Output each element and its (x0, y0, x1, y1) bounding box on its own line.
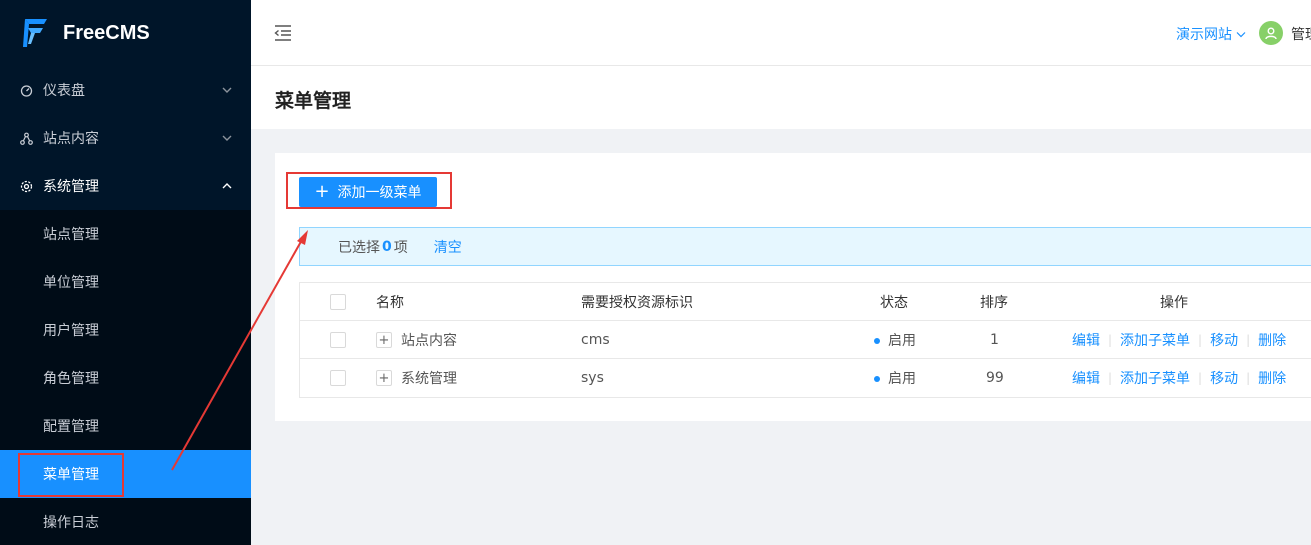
status-dot-icon (874, 376, 880, 382)
selection-count: 0 (382, 238, 392, 255)
freecms-logo-icon (23, 19, 47, 47)
add-submenu-link[interactable]: 添加子菜单 (1120, 330, 1190, 350)
sidebar-item-site-content[interactable]: 站点内容 (0, 114, 251, 162)
logo[interactable]: FreeCMS (0, 0, 251, 66)
app-name: FreeCMS (63, 21, 150, 44)
page-title: 菜单管理 (275, 90, 352, 112)
selection-prefix: 已选择 (338, 239, 380, 256)
table-row: + 站点内容 cms 启用 1 编辑 | 添加子菜单 | 移动 | 删除 (300, 321, 1311, 359)
status-text: 启用 (888, 371, 916, 387)
menu-table: 名称 需要授权资源标识 状态 排序 操作 + 站点内容 cms 启用 1 编辑 |… (299, 282, 1311, 398)
sidebar-item-site-manage[interactable]: 站点管理 (0, 210, 251, 258)
dashboard-icon (20, 84, 33, 97)
move-link[interactable]: 移动 (1210, 330, 1238, 350)
menu-name: 系统管理 (401, 371, 457, 387)
sidebar-item-label: 系统管理 (43, 179, 99, 195)
sidebar-item-label: 站点管理 (43, 227, 99, 243)
table-row: + 系统管理 sys 启用 99 编辑 | 添加子菜单 | 移动 | 删除 (300, 359, 1311, 397)
status-text: 启用 (888, 332, 916, 349)
menu-sort: 99 (986, 370, 1004, 386)
sidebar-item-config-manage[interactable]: 配置管理 (0, 402, 251, 450)
gear-icon (20, 180, 33, 193)
chevron-down-icon (1236, 31, 1246, 37)
sidebar-item-org-manage[interactable]: 单位管理 (0, 258, 251, 306)
column-header-resource: 需要授权资源标识 (581, 294, 693, 311)
status-badge: 启用 (874, 368, 916, 388)
sidebar-item-label: 用户管理 (43, 323, 99, 339)
add-submenu-link[interactable]: 添加子菜单 (1120, 368, 1190, 388)
site-switcher-label: 演示网站 (1176, 27, 1232, 43)
status-badge: 启用 (874, 330, 916, 350)
chevron-down-icon (222, 135, 232, 141)
sidebar-item-label: 仪表盘 (43, 83, 85, 99)
top-bar: 演示网站 管理员 (251, 0, 1311, 66)
status-dot-icon (874, 337, 880, 344)
selection-alert: 已选择 0 项 清空 (299, 227, 1311, 266)
user-icon (1265, 27, 1277, 40)
column-header-name: 名称 (376, 294, 404, 311)
highlight-box-menu-manage (18, 453, 124, 497)
sidebar-item-label: 角色管理 (43, 371, 99, 387)
sidebar-item-role-manage[interactable]: 角色管理 (0, 354, 251, 402)
menu-resource: sys (581, 370, 604, 386)
chevron-up-icon (222, 183, 232, 189)
chevron-down-icon (222, 87, 232, 93)
sidebar-item-system[interactable]: 系统管理 (0, 162, 251, 210)
page-header: 菜单管理 (251, 66, 1311, 129)
sidebar-item-label: 操作日志 (43, 515, 99, 531)
site-switcher[interactable]: 演示网站 (1176, 24, 1246, 44)
menu-fold-icon[interactable] (273, 24, 293, 42)
menu-sort: 1 (990, 331, 999, 348)
select-all-checkbox[interactable] (330, 294, 346, 310)
avatar[interactable] (1259, 21, 1283, 45)
move-link[interactable]: 移动 (1210, 368, 1238, 388)
row-checkbox[interactable] (330, 332, 346, 348)
sidebar-item-user-manage[interactable]: 用户管理 (0, 306, 251, 354)
divider: | (1108, 332, 1113, 347)
network-icon (20, 132, 33, 145)
expand-row-icon[interactable]: + (376, 370, 392, 386)
highlight-box-add-button (286, 172, 452, 209)
menu-name: 站点内容 (401, 332, 457, 349)
sidebar-item-label: 配置管理 (43, 419, 99, 435)
selection-suffix: 项 (393, 239, 408, 256)
column-header-status: 状态 (880, 294, 908, 311)
table-header-row: 名称 需要授权资源标识 状态 排序 操作 (300, 283, 1311, 321)
edit-link[interactable]: 编辑 (1072, 368, 1100, 388)
delete-link[interactable]: 删除 (1258, 330, 1286, 350)
divider: | (1246, 371, 1251, 385)
menu-resource: cms (581, 331, 610, 348)
row-actions: 编辑 | 添加子菜单 | 移动 | 删除 (1072, 368, 1286, 388)
user-name[interactable]: 管理员 (1291, 24, 1311, 44)
divider: | (1198, 371, 1203, 385)
column-header-sort: 排序 (980, 294, 1008, 311)
sidebar-item-label: 站点内容 (43, 131, 99, 147)
row-checkbox[interactable] (330, 370, 346, 386)
edit-link[interactable]: 编辑 (1072, 330, 1100, 350)
sidebar-item-operation-log[interactable]: 操作日志 (0, 498, 251, 545)
clear-selection-link[interactable]: 清空 (434, 237, 462, 257)
expand-row-icon[interactable]: + (376, 332, 392, 348)
column-header-actions: 操作 (1160, 294, 1188, 311)
divider: | (1198, 332, 1203, 347)
divider: | (1246, 332, 1251, 347)
delete-link[interactable]: 删除 (1258, 368, 1286, 388)
row-actions: 编辑 | 添加子菜单 | 移动 | 删除 (1072, 330, 1286, 350)
divider: | (1108, 371, 1113, 385)
sidebar-item-label: 单位管理 (43, 275, 99, 291)
sidebar-item-dashboard[interactable]: 仪表盘 (0, 66, 251, 114)
